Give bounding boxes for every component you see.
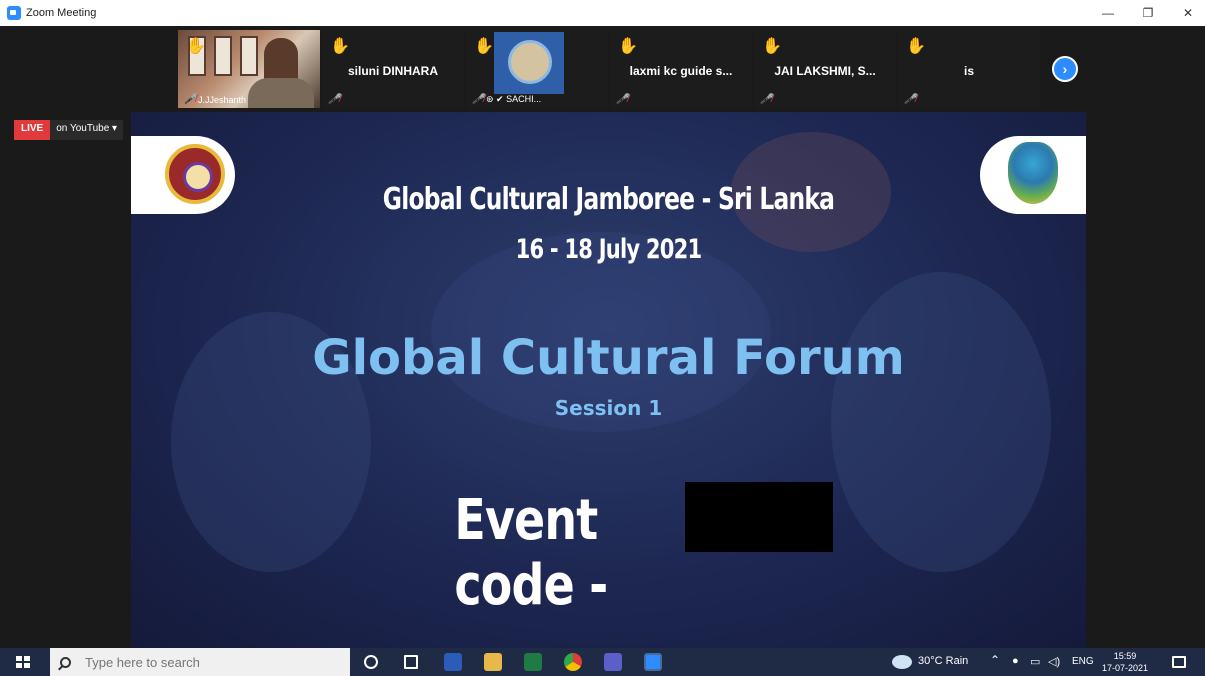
raised-hand-icon: ✋ (762, 38, 782, 55)
event-code-label: Event code - (454, 488, 608, 618)
network-icon[interactable]: ▭ (1030, 655, 1040, 668)
muted-mic-icon: 🎤̸ (184, 94, 197, 105)
participant-avatar (494, 32, 564, 94)
live-badge: LIVE (14, 120, 51, 140)
participant-tile[interactable]: ✋ JAI LAKSHMI, S... 🎤̸ (754, 30, 896, 108)
slide-headline: Global Cultural Jamboree - Sri Lanka (382, 182, 835, 217)
title-bar: Zoom Meeting — ❐ ✕ (0, 0, 1205, 26)
notifications-icon[interactable] (1172, 656, 1186, 668)
muted-mic-icon: 🎤̸ (472, 94, 485, 105)
zoom-app-icon (7, 6, 21, 20)
muted-mic-icon: 🎤̸ (904, 94, 917, 105)
redacted-event-code (685, 482, 833, 552)
cortana-icon[interactable] (364, 655, 378, 669)
participant-name: JAI LAKSHMI, S... (774, 64, 876, 78)
search-input[interactable] (85, 654, 325, 670)
muted-mic-icon: 🎤̸ (328, 94, 341, 105)
clock-time: 15:59 (1113, 651, 1137, 661)
file-explorer-icon[interactable] (484, 653, 502, 671)
raised-hand-icon: ✋ (474, 38, 494, 55)
slide-dates: 16 - 18 July 2021 (515, 234, 703, 265)
raised-hand-icon: ✋ (186, 38, 206, 55)
participant-tile[interactable]: ✋ is 🎤̸ (898, 30, 1040, 108)
search-icon (60, 656, 71, 668)
participant-tile[interactable]: ✋ 🎤̸ ⊛ ✔ SACHI... (466, 30, 608, 108)
taskbar-search[interactable] (50, 648, 350, 676)
live-stream-indicator[interactable]: LIVE on YouTube ▾ (14, 120, 124, 140)
slide-title: Global Cultural Forum (312, 330, 905, 386)
slide-session: Session 1 (554, 396, 663, 420)
excel-icon[interactable] (524, 653, 542, 671)
chevron-up-icon[interactable]: ⌃ (990, 653, 1000, 667)
windows-start-icon[interactable] (16, 656, 30, 668)
teams-icon[interactable] (604, 653, 622, 671)
live-platform-dropdown[interactable]: on YouTube ▾ (50, 120, 124, 140)
close-button[interactable]: ✕ (1168, 0, 1205, 26)
participant-name: laxmi kc guide s... (629, 64, 733, 78)
weather-text[interactable]: 30°C Rain (918, 655, 968, 667)
task-view-icon[interactable] (404, 655, 418, 669)
speaker-icon[interactable]: ◁) (1048, 655, 1060, 668)
system-clock[interactable]: 15:59 17-07-2021 (1102, 650, 1148, 674)
restore-button[interactable]: ❐ (1128, 0, 1168, 26)
word-icon[interactable] (444, 653, 462, 671)
participant-name: ⊛ ✔ SACHI... (486, 94, 542, 104)
windows-taskbar: 30°C Rain ⌃ ● ▭ ◁) ENG 15:59 17-07-2021 (0, 648, 1205, 676)
zoom-meeting-window: ✋ 🎤̸ J.JJeshanth ✋ siluni DINHARA 🎤̸ ✋ 🎤… (0, 26, 1205, 648)
muted-mic-icon: 🎤̸ (616, 94, 629, 105)
raised-hand-icon: ✋ (330, 38, 350, 55)
raised-hand-icon: ✋ (618, 38, 638, 55)
next-page-button[interactable]: › (1052, 56, 1078, 82)
participant-name: siluni DINHARA (348, 64, 438, 78)
participant-name: is (963, 64, 974, 78)
participant-tile[interactable]: ✋ siluni DINHARA 🎤̸ (322, 30, 464, 108)
participant-strip: ✋ 🎤̸ J.JJeshanth ✋ siluni DINHARA 🎤̸ ✋ 🎤… (0, 26, 1205, 110)
chrome-icon[interactable] (564, 653, 582, 671)
window-title: Zoom Meeting (26, 7, 97, 19)
shared-screen: Global Cultural Jamboree - Sri Lanka 16 … (131, 112, 1086, 648)
weather-icon[interactable] (892, 655, 912, 669)
microphone-icon[interactable]: ● (1012, 655, 1019, 667)
muted-mic-icon: 🎤̸ (760, 94, 773, 105)
language-indicator[interactable]: ENG (1072, 656, 1094, 667)
raised-hand-icon: ✋ (906, 38, 926, 55)
participant-tile[interactable]: ✋ laxmi kc guide s... 🎤̸ (610, 30, 752, 108)
association-seal-logo (131, 136, 235, 214)
peacock-mascot-logo (980, 136, 1086, 214)
participant-name: J.JJeshanth (198, 95, 247, 105)
participant-tile[interactable]: ✋ 🎤̸ J.JJeshanth (178, 30, 320, 108)
clock-date: 17-07-2021 (1102, 663, 1149, 673)
minimize-button[interactable]: — (1088, 0, 1128, 26)
zoom-taskbar-icon[interactable] (644, 653, 662, 671)
